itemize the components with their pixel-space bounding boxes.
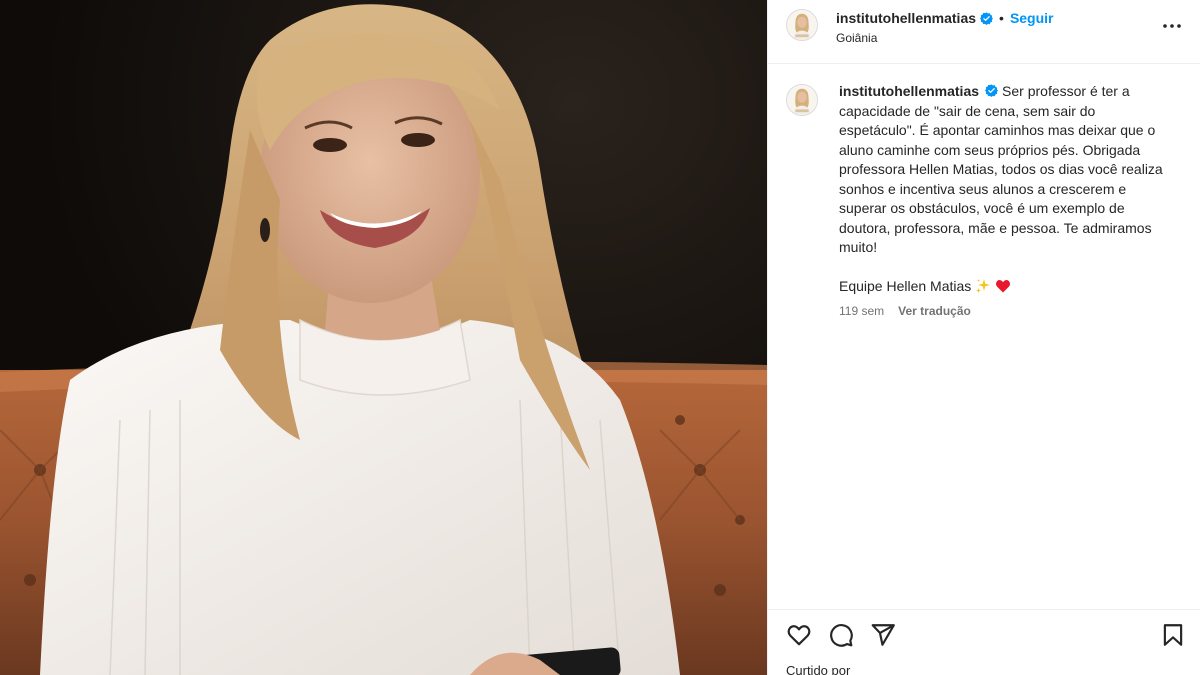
more-horizontal-icon[interactable] <box>1160 14 1184 38</box>
caption-avatar[interactable] <box>786 84 818 116</box>
follow-button[interactable]: Seguir <box>1010 10 1054 26</box>
verified-badge-icon <box>980 11 994 25</box>
post-photo <box>0 0 767 675</box>
action-bar <box>768 609 1200 657</box>
liked-by[interactable]: Curtido por <box>786 663 850 675</box>
signature-text: Equipe Hellen Matias <box>839 277 972 294</box>
timestamp[interactable]: 119 sem <box>839 302 884 322</box>
verified-badge-icon <box>985 84 999 97</box>
post-header: institutohellenmatias • Seguir Goiânia <box>768 0 1200 64</box>
sparkles-icon <box>976 279 991 294</box>
profile-picture <box>787 10 817 40</box>
caption-text: Ser professor é ter a capacidade de "sai… <box>839 83 1163 255</box>
avatar[interactable] <box>786 9 818 41</box>
post-image[interactable] <box>0 0 767 675</box>
caption-body: institutohellenmatias Ser professor é te… <box>839 82 1174 322</box>
save-button[interactable] <box>1160 622 1186 648</box>
comment-button[interactable] <box>828 622 854 648</box>
header-user-line: institutohellenmatias • Seguir <box>836 9 1054 27</box>
translate-link[interactable]: Ver tradução <box>898 302 971 322</box>
like-button[interactable] <box>786 622 812 648</box>
caption-paragraph: institutohellenmatias Ser professor é te… <box>839 82 1174 258</box>
share-button[interactable] <box>870 622 896 648</box>
red-heart-icon <box>996 280 1011 293</box>
heart-icon <box>787 625 811 646</box>
caption-meta: 119 sem Ver tradução <box>839 302 1174 322</box>
caption-signature: Equipe Hellen Matias <box>839 277 1174 297</box>
post-side-panel: institutohellenmatias • Seguir Goiânia i… <box>767 0 1200 675</box>
caption-username[interactable]: institutohellenmatias <box>839 83 979 99</box>
comment-icon <box>830 624 853 647</box>
bookmark-icon <box>1163 624 1183 646</box>
post-location[interactable]: Goiânia <box>836 31 877 45</box>
profile-picture <box>787 85 817 115</box>
separator-dot: • <box>999 10 1004 26</box>
share-icon <box>871 624 895 646</box>
username[interactable]: institutohellenmatias <box>836 10 976 26</box>
